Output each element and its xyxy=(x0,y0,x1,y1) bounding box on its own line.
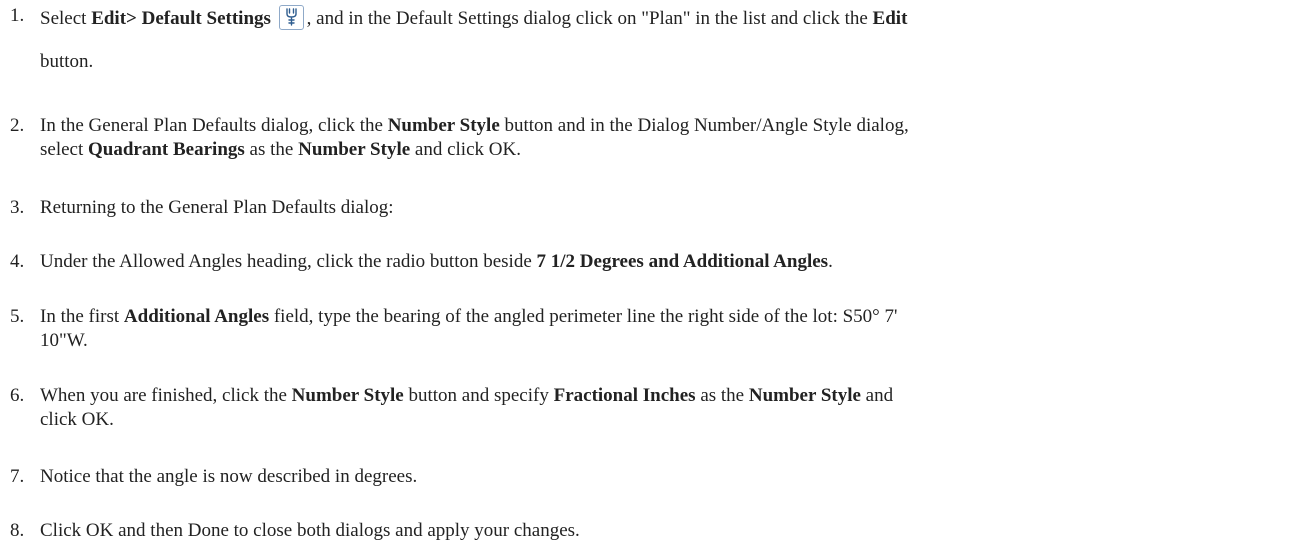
button-name: Number Style xyxy=(387,115,500,136)
step-text: Click OK and then Done to close both dia… xyxy=(40,520,580,541)
step-number: 2. xyxy=(10,115,25,136)
step-text: Notice that the angle is now described i… xyxy=(40,466,418,487)
button-name: Edit xyxy=(872,8,908,29)
step-text: Select xyxy=(40,8,92,29)
step-text-continued: button. xyxy=(40,51,94,72)
step-text: When you are finished, click the xyxy=(40,385,292,406)
field-name: Additional Angles xyxy=(123,306,270,327)
default-settings-icon xyxy=(278,5,304,30)
step-6: 6. When you are finished, click the Numb… xyxy=(0,384,1291,432)
step-2: 2. In the General Plan Defaults dialog, … xyxy=(0,114,1291,162)
step-text: . xyxy=(828,251,833,272)
step-7: 7. Notice that the angle is now describe… xyxy=(0,465,1291,489)
step-text: , and in the Default Settings dialog cli… xyxy=(306,8,873,29)
step-number: 4. xyxy=(10,251,25,272)
step-number: 6. xyxy=(10,385,25,406)
step-number: 5. xyxy=(10,306,25,327)
step-text: In the first xyxy=(40,306,124,327)
option-name: Fractional Inches xyxy=(553,385,696,406)
setting-name: Number Style xyxy=(748,385,861,406)
step-text: field, type the bearing of the angled pe… xyxy=(269,306,898,327)
step-number: 1. xyxy=(10,5,25,26)
step-text: button and in the Dialog Number/Angle St… xyxy=(499,115,909,136)
step-1: 1. Select Edit> Default Settings , and i… xyxy=(0,4,1291,72)
menu-path: Edit> Default Settings xyxy=(91,8,271,29)
option-name: 7 1/2 Degrees and Additional Angles xyxy=(536,251,829,272)
button-name: Number Style xyxy=(291,385,404,406)
step-3: 3. Returning to the General Plan Default… xyxy=(0,196,1291,220)
option-name: Quadrant Bearings xyxy=(88,139,245,160)
step-text: as the xyxy=(244,139,299,160)
step-4: 4. Under the Allowed Angles heading, cli… xyxy=(0,250,1291,274)
setting-name: Number Style xyxy=(298,139,411,160)
step-text: as the xyxy=(695,385,749,406)
step-text-continued: 10"W. xyxy=(40,330,88,351)
step-text: and xyxy=(860,385,894,406)
step-number: 8. xyxy=(10,520,25,541)
step-text: select xyxy=(40,139,89,160)
step-text: and click OK. xyxy=(410,139,521,160)
step-text: In the General Plan Defaults dialog, cli… xyxy=(40,115,388,136)
step-5: 5. In the first Additional Angles field,… xyxy=(0,305,1291,353)
step-number: 3. xyxy=(10,197,25,218)
step-text: Under the Allowed Angles heading, click … xyxy=(40,251,537,272)
step-text-continued: click OK. xyxy=(40,409,114,430)
step-8: 8. Click OK and then Done to close both … xyxy=(0,519,1291,543)
step-text: button and specify xyxy=(403,385,554,406)
step-number: 7. xyxy=(10,466,25,487)
step-text: Returning to the General Plan Defaults d… xyxy=(40,197,394,218)
